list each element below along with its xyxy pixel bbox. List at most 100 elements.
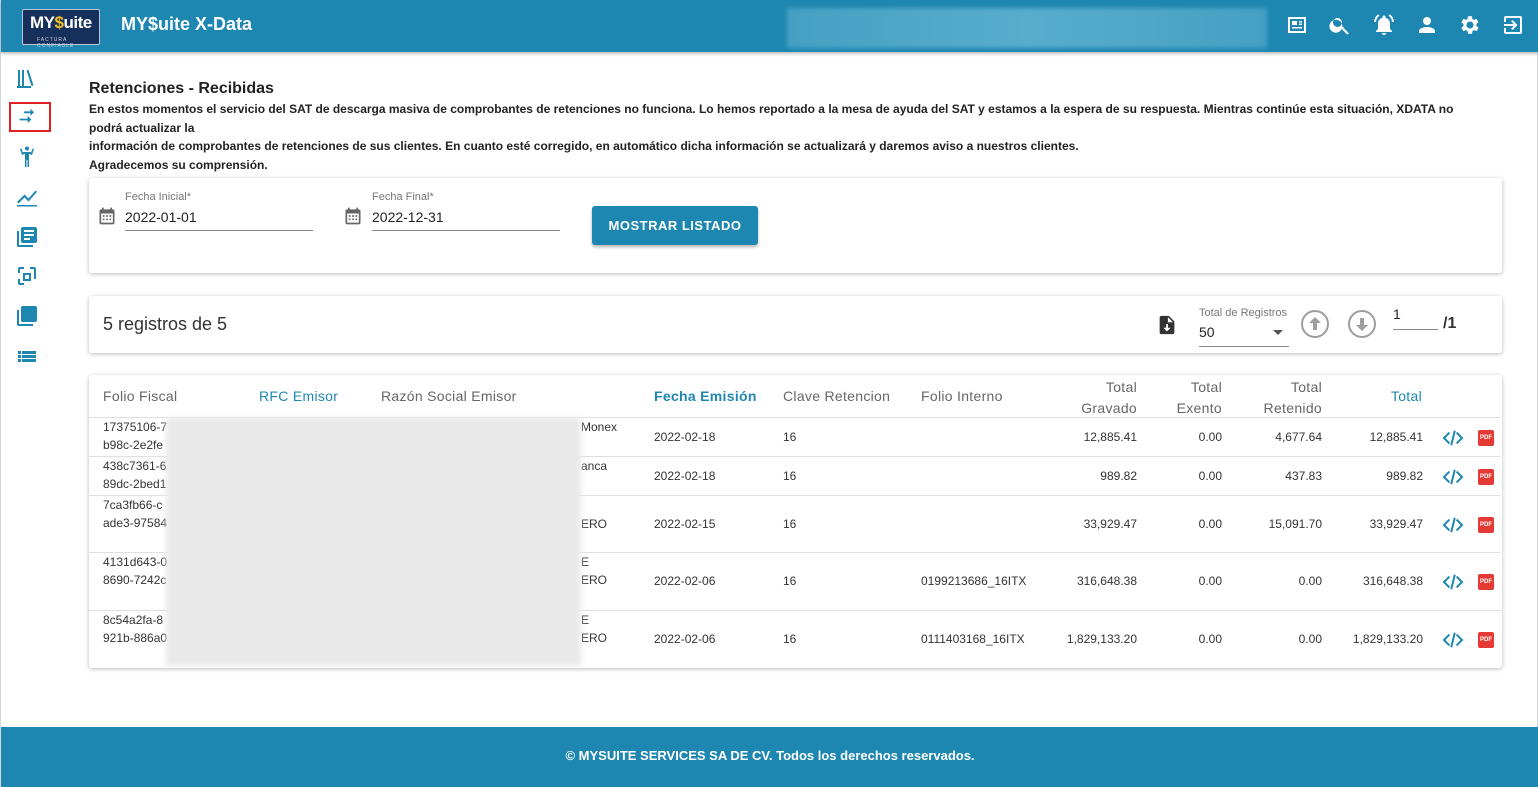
total-gravado-cell: 1,829,133.20 [1066,631,1137,646]
folio-interno-cell: 0199213686_16ITX [921,574,1027,588]
top-bar: MY$uite FACTURA CONFIABLE MY$uite X-Data [1,0,1538,52]
chart-line-icon[interactable] [15,185,41,211]
header-clave-retencion[interactable]: Clave Retencion [783,388,890,404]
folio-fiscal-cell: 89dc-2bed1 [103,477,167,491]
end-date-label: Fecha Final* [372,191,434,203]
layers-icon[interactable] [15,304,41,330]
code-xml-icon[interactable] [1442,468,1464,486]
folio-fiscal-cell: 8690-7242c [103,573,167,587]
app-logo[interactable]: MY$uite FACTURA CONFIABLE [22,9,100,49]
pdf-icon[interactable]: PDF [1478,468,1494,485]
header-total[interactable]: Total [1322,388,1422,404]
scroll-up-button[interactable] [1301,310,1329,338]
header-rfc-emisor[interactable]: RFC Emisor [259,388,338,404]
transfer-icon[interactable] [15,105,41,131]
razon-social-cell: E [581,555,590,569]
page-title: Retenciones - Recibidas [89,80,274,97]
header-folio-interno[interactable]: Folio Interno [921,388,1003,404]
total-cell: 1,829,133.20 [1352,631,1423,646]
fecha-emision-cell: 2022-02-15 [654,516,716,531]
folio-fiscal-cell: 8c54a2fa-8 [103,613,164,627]
alarm-icon[interactable] [1372,13,1396,37]
header-folio-fiscal[interactable]: Folio Fiscal [103,388,177,404]
pdf-icon[interactable]: PDF [1478,631,1494,648]
user-icon[interactable] [1415,13,1439,37]
file-compare-icon[interactable] [15,264,41,290]
list-icon[interactable] [15,344,41,370]
logo-text: MY$uite [30,13,92,32]
razon-social-cell: Monex [581,420,618,434]
clave-retencion-cell: 16 [783,574,797,588]
search-icon[interactable] [1328,13,1352,37]
header-fecha-emision[interactable]: Fecha Emisión [654,388,757,404]
total-cell: 316,648.38 [1362,574,1423,588]
header-total-retenido[interactable]: Total Retenido [1222,377,1322,419]
header-total-exento[interactable]: Total Exento [1122,377,1222,419]
folio-interno-cell: 0111403168_16ITX [921,631,1025,646]
start-date-label: Fecha Inicial* [125,191,192,203]
total-gravado-cell: 33,929.47 [1083,516,1137,531]
chevron-down-icon [1273,330,1283,335]
page-total: /1 [1443,315,1457,332]
total-gravado-cell: 989.82 [1100,468,1137,483]
pdf-icon[interactable]: PDF [1478,516,1494,533]
razon-social-cell: ERO [581,516,608,531]
razon-social-cell: E [581,613,590,627]
settings-icon[interactable] [1458,13,1482,37]
calendar-icon[interactable] [97,206,117,226]
folio-fiscal-cell: b98c-2e2fe [103,438,164,452]
code-xml-icon[interactable] [1442,516,1464,534]
header-razon-social[interactable]: Razón Social Emisor [381,388,517,404]
folio-fiscal-cell: 921b-886a0 [103,631,168,645]
footer: © MYSUITE SERVICES SA DE CV. Todos los d… [1,727,1538,787]
code-xml-icon[interactable] [1442,631,1464,649]
clave-retencion-cell: 16 [783,516,797,531]
fecha-emision-cell: 2022-02-06 [654,574,716,588]
calendar-icon[interactable] [343,206,363,226]
folio-fiscal-cell: 438c7361-6 [103,459,167,473]
pdf-icon[interactable]: PDF [1478,429,1494,446]
razon-social-cell: anca [581,459,608,473]
total-records-value: 50 [1199,324,1215,340]
total-cell: 12,885.41 [1369,429,1423,444]
total-cell: 33,929.47 [1369,516,1423,531]
scroll-down-button[interactable] [1348,310,1376,338]
records-count: 5 registros de 5 [103,314,228,334]
folio-fiscal-cell: 4131d643-0 [103,555,168,569]
arrow-up-icon [1309,317,1321,330]
show-list-button[interactable]: MOSTRAR LISTADO [592,206,758,245]
page-input[interactable]: 1 [1393,306,1438,330]
total-gravado-cell: 316,648.38 [1076,574,1137,588]
service-notice: En estos momentos el servicio del SAT de… [89,100,1489,174]
arrow-down-icon [1356,318,1368,331]
fecha-emision-cell: 2022-02-06 [654,631,716,646]
redacted-header-area [787,8,1267,48]
export-file-icon[interactable] [1156,314,1178,336]
clave-retencion-cell: 16 [783,631,797,646]
news-icon[interactable] [1285,13,1309,37]
documents-icon[interactable] [15,225,41,251]
fecha-emision-cell: 2022-02-18 [654,468,716,483]
notice-line: Agradecemos su comprensión. [89,157,268,172]
razon-social-cell: ERO [581,573,608,587]
person-icon[interactable] [15,145,41,171]
folio-fiscal-cell: ade3-97584 [103,516,168,530]
total-records-select[interactable]: 50 [1199,322,1289,347]
library-icon[interactable] [15,66,41,92]
total-records-label: Total de Registros [1199,307,1288,319]
code-xml-icon[interactable] [1442,573,1464,591]
code-xml-icon[interactable] [1442,429,1464,447]
folio-fiscal-cell: 17375106-7 [103,420,168,434]
razon-social-cell: ERO [581,631,608,645]
notice-line: En estos momentos el servicio del SAT de… [89,102,1454,135]
start-date-input[interactable]: 2022-01-01 [125,206,313,231]
folio-fiscal-cell: 7ca3fb66-c [103,498,163,512]
fecha-emision-cell: 2022-02-18 [654,429,716,444]
total-gravado-cell: 12,885.41 [1083,429,1137,444]
summary-card [89,296,1502,353]
app-title: MY$uite X-Data [121,14,253,34]
pdf-icon[interactable]: PDF [1478,574,1494,590]
clave-retencion-cell: 16 [783,429,797,444]
end-date-input[interactable]: 2022-12-31 [372,206,560,231]
logout-icon[interactable] [1501,13,1525,37]
